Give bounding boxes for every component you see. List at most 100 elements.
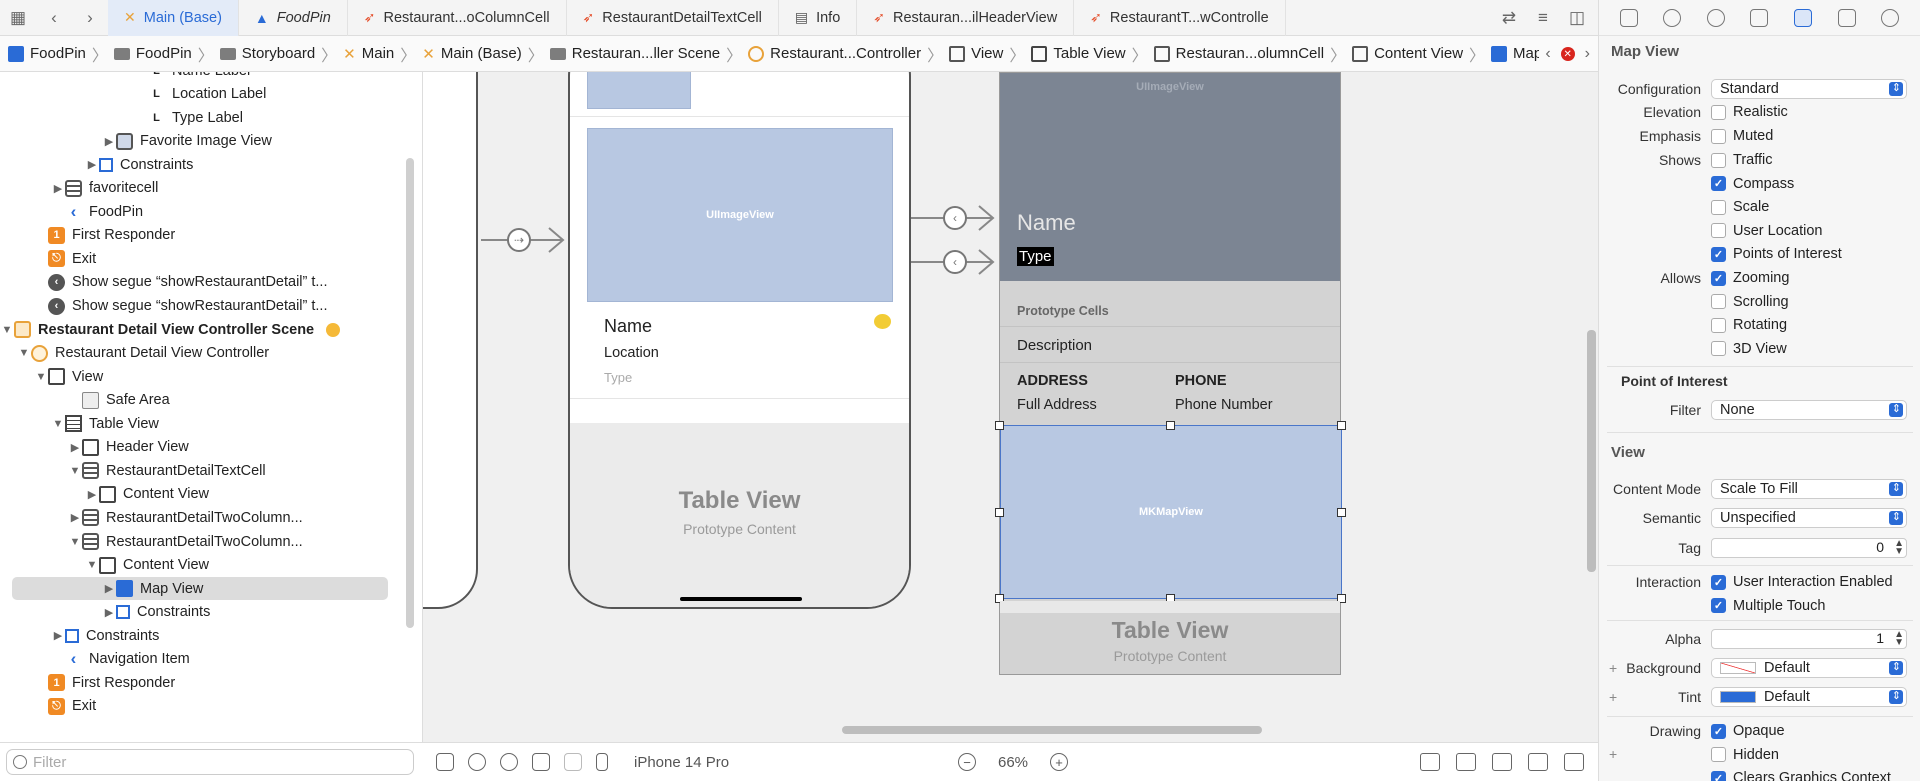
file-inspector-icon[interactable] [1619, 8, 1638, 27]
outline-row[interactable]: ▼ RestaurantDetailTextCell [0, 459, 400, 482]
tab-headerview[interactable]: ➶ Restauran...ilHeaderView [857, 0, 1075, 36]
address-title-label[interactable]: ADDRESS [1017, 373, 1088, 389]
outline-row[interactable]: L Location Label [0, 83, 400, 106]
disclosure-triangle-icon[interactable]: ▼ [0, 324, 14, 336]
restaurant-list-scene[interactable]: Type UIImageView Name Location Type Tabl… [568, 72, 911, 609]
outline-row[interactable]: ▼ View [0, 365, 400, 388]
tab-twocolumncell[interactable]: ➶ Restaurant...oColumnCell [348, 0, 567, 36]
tint-color-popup[interactable]: Default ⇕ [1711, 687, 1907, 707]
tab-tableviewcontroller[interactable]: ➶ RestaurantT...wControlle [1074, 0, 1286, 36]
checkbox[interactable]: ✓ [1711, 246, 1726, 262]
jumpbar-item-cell[interactable]: Restauran...olumnCell [1153, 45, 1324, 62]
outline-row[interactable]: ▼ Content View [0, 554, 400, 577]
outline-row[interactable]: Safe Area [0, 389, 400, 412]
checkbox[interactable] [1711, 223, 1726, 239]
outline-row[interactable]: ▶ Favorite Image View [0, 130, 400, 153]
checkbox[interactable] [1711, 747, 1726, 763]
phone-title-label[interactable]: PHONE [1175, 373, 1227, 389]
phone-number-label[interactable]: Phone Number [1175, 397, 1273, 413]
disclosure-triangle-icon[interactable]: ▶ [51, 629, 65, 642]
outline-toggle-icon[interactable] [436, 753, 454, 771]
size-inspector-icon[interactable] [1837, 8, 1856, 27]
connections-inspector-icon[interactable] [1881, 8, 1900, 27]
disclosure-triangle-icon[interactable]: ▶ [68, 441, 82, 454]
stepper-icon[interactable]: ▲ ▼ [1894, 630, 1904, 648]
semantic-popup[interactable]: Unspecified ⇕ [1711, 508, 1907, 528]
disclosure-triangle-icon[interactable]: ▼ [34, 371, 48, 383]
error-icon[interactable]: ✕ [1560, 47, 1575, 61]
jumpbar-item-content-view[interactable]: Content View [1352, 45, 1463, 62]
segue-icon[interactable]: ‹ [943, 206, 967, 230]
configuration-popup[interactable]: Standard ⇕ [1711, 79, 1907, 99]
canvas-horizontal-scrollbar[interactable] [842, 726, 1262, 734]
description-label[interactable]: Description [1017, 337, 1092, 354]
outline-row[interactable]: ⎋ Exit [0, 695, 400, 718]
add-constraints-icon[interactable] [1492, 753, 1512, 771]
jumpbar-item-folder[interactable]: FoodPin [113, 45, 192, 62]
jumpbar-item-storyboard-folder[interactable]: Storyboard [219, 45, 315, 62]
zoom-in-icon[interactable]: + [1050, 753, 1069, 771]
jumpbar-item-main[interactable]: ✕ Main [343, 45, 394, 63]
outline-row[interactable]: 1 First Responder [0, 224, 400, 247]
content-mode-popup[interactable]: Scale To Fill ⇕ [1711, 479, 1907, 499]
identity-inspector-icon[interactable] [1750, 8, 1769, 27]
outline-row[interactable]: ‹ Navigation Item [0, 648, 400, 671]
checkbox[interactable]: ✓ [1711, 270, 1726, 286]
stepper-icon[interactable]: ▲ ▼ [1894, 539, 1904, 557]
segue-icon[interactable]: ⇢ [507, 228, 531, 252]
resize-handle[interactable] [1337, 508, 1346, 517]
checkbox[interactable] [1711, 294, 1726, 310]
checkbox[interactable] [1711, 317, 1726, 333]
type-label[interactable]: Type [604, 370, 632, 385]
disclosure-triangle-icon[interactable]: ▶ [102, 135, 116, 148]
outline-row[interactable]: ▶ Constraints [0, 601, 400, 624]
outline-row[interactable]: ▶ Map View [12, 577, 388, 601]
next-issue-icon[interactable]: › [1585, 45, 1590, 63]
checkbox[interactable] [1711, 152, 1726, 168]
disclosure-triangle-icon[interactable]: ▼ [51, 418, 65, 430]
outline-row[interactable]: L Type Label [0, 106, 400, 129]
outline-row[interactable]: ▼ Table View [0, 412, 400, 435]
disclosure-triangle-icon[interactable]: ▼ [68, 536, 82, 548]
background-color-popup[interactable]: Default ⇕ [1711, 658, 1907, 678]
disclosure-triangle-icon[interactable]: ▶ [51, 182, 65, 195]
device-layout-icon[interactable] [564, 753, 582, 771]
swap-icon[interactable]: ⇄ [1494, 8, 1524, 28]
outline-row[interactable]: L Name Label [0, 72, 400, 82]
storyboard-canvas[interactable]: ⇢ ‹ ‹ Type UIImageView Name Location Typ… [422, 72, 1598, 742]
update-frames-icon[interactable] [1420, 753, 1440, 771]
outline-row[interactable]: ▶ Constraints [0, 624, 400, 647]
forward-arrow-icon[interactable]: › [72, 0, 108, 36]
header-type-label[interactable]: Type [1017, 247, 1054, 266]
resize-handle[interactable] [995, 421, 1004, 430]
emphasis-muted-checkbox[interactable] [1711, 128, 1726, 144]
heart-icon[interactable] [874, 314, 891, 329]
outline-row[interactable]: ‹ Show segue “showRestaurantDetail” t... [0, 295, 400, 318]
disclosure-triangle-icon[interactable]: ▶ [102, 582, 116, 595]
back-arrow-icon[interactable]: ‹ [36, 0, 72, 36]
split-editor-icon[interactable]: ◫ [1562, 8, 1592, 28]
thumbnail-image-view[interactable] [587, 72, 691, 109]
tab-detailtextcell[interactable]: ➶ RestaurantDetailTextCell [567, 0, 779, 36]
zoom-level[interactable]: 66% [998, 754, 1028, 771]
editor-options-icon[interactable]: ≡ [1528, 8, 1558, 28]
outline-row[interactable]: ▼ Restaurant Detail View Controller [0, 342, 400, 365]
elevation-realistic-checkbox[interactable] [1711, 104, 1726, 120]
align-icon[interactable] [1456, 753, 1476, 771]
checkbox[interactable] [1711, 341, 1726, 357]
disclosure-triangle-icon[interactable]: ▶ [85, 158, 99, 171]
resolve-issues-icon[interactable] [1528, 753, 1548, 771]
disclosure-triangle-icon[interactable]: ▼ [68, 465, 82, 477]
tag-field[interactable]: 0 ▲ ▼ [1711, 538, 1907, 558]
jumpbar-item-view[interactable]: View [949, 45, 1003, 62]
add-variation-icon[interactable]: + [1609, 689, 1617, 705]
device-selector[interactable]: iPhone 14 Pro [634, 754, 729, 771]
jumpbar-item-main-base[interactable]: ✕ Main (Base) [422, 45, 521, 63]
jumpbar-item-scene[interactable]: Restauran...ller Scene [549, 45, 720, 62]
segue-icon[interactable]: ‹ [943, 250, 967, 274]
resize-handle[interactable] [1166, 421, 1175, 430]
jumpbar-item-table-view[interactable]: Table View [1031, 45, 1126, 62]
header-image-view[interactable]: UIImageView Name Type [1000, 73, 1340, 281]
disclosure-triangle-icon[interactable]: ▶ [68, 511, 82, 524]
add-variation-icon[interactable]: + [1609, 660, 1617, 676]
